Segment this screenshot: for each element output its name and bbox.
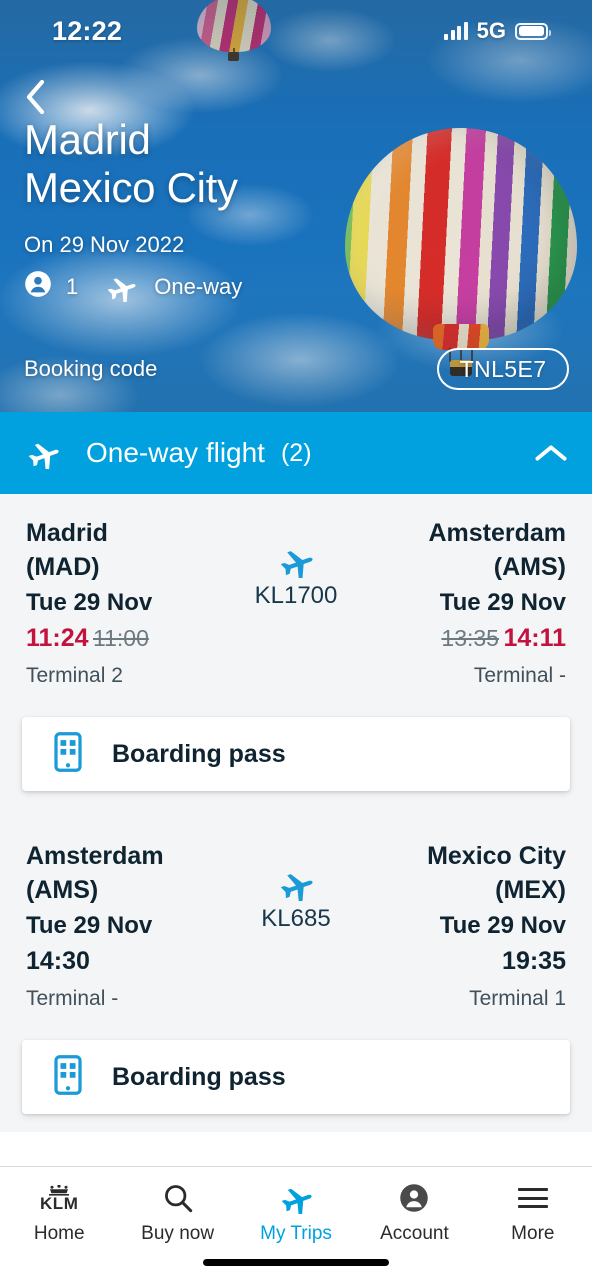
booking-code-pill[interactable]: TNL5E7 bbox=[437, 348, 569, 390]
status-bar: 12:22 5G bbox=[0, 0, 592, 62]
boarding-pass-label: Boarding pass bbox=[112, 1062, 286, 1091]
trip-meta-row: 1 One-way bbox=[24, 270, 568, 304]
boarding-pass-label: Boarding pass bbox=[112, 739, 286, 768]
nav-label-more: More bbox=[511, 1223, 555, 1244]
content-bottom-spacer bbox=[0, 1132, 592, 1168]
departure-date: Tue 29 Nov bbox=[26, 589, 153, 616]
trip-date: On 29 Nov 2022 bbox=[24, 232, 185, 257]
klm-crown-logo-icon: KLM bbox=[40, 1181, 78, 1215]
segment-spacer bbox=[0, 791, 592, 839]
nav-item-my-trips[interactable]: My Trips bbox=[237, 1181, 355, 1245]
nav-item-buy-now[interactable]: Buy now bbox=[118, 1181, 236, 1245]
nav-label-my-trips: My Trips bbox=[260, 1223, 332, 1244]
departure-terminal: Terminal - bbox=[26, 987, 119, 1010]
arrival-block: Amsterdam (AMS) Tue 29 Nov 13:35 14:11 T… bbox=[376, 516, 566, 691]
plane-icon bbox=[104, 272, 138, 302]
nav-label-home: Home bbox=[33, 1223, 85, 1244]
route-origin: Madrid bbox=[24, 116, 151, 163]
boarding-pass-button[interactable]: Boarding pass bbox=[22, 717, 570, 791]
arrival-airport-code: (MEX) bbox=[495, 876, 566, 904]
arrival-city: Amsterdam bbox=[428, 519, 566, 547]
nav-label-buy-now: Buy now bbox=[141, 1223, 215, 1244]
hamburger-menu-icon bbox=[517, 1181, 548, 1215]
route-destination: Mexico City bbox=[24, 164, 238, 211]
passenger-count: 1 bbox=[66, 274, 79, 299]
status-indicators: 5G bbox=[444, 18, 551, 44]
arrival-terminal: Terminal - bbox=[473, 664, 566, 687]
person-icon bbox=[24, 270, 52, 304]
departure-block: Amsterdam (AMS) Tue 29 Nov 14:30 Termina… bbox=[26, 839, 216, 1014]
booking-code-label: Booking code bbox=[24, 356, 158, 381]
flight-number-block: KL1700 bbox=[216, 516, 376, 610]
flight-segment: Madrid (MAD) Tue 29 Nov 11:24 11:00 Term… bbox=[0, 516, 592, 691]
arrival-date: Tue 29 Nov bbox=[439, 912, 566, 939]
nav-label-account: Account bbox=[380, 1223, 449, 1244]
person-circle-icon bbox=[399, 1181, 429, 1215]
signal-bars-icon bbox=[444, 22, 468, 40]
arrival-airport-code: (AMS) bbox=[493, 553, 566, 581]
departure-airport-code: (MAD) bbox=[26, 553, 100, 581]
trip-summary: Madrid Mexico City On 29 Nov 2022 1 One-… bbox=[24, 116, 568, 304]
flight-number: KL1700 bbox=[254, 582, 338, 609]
flights-list: Madrid (MAD) Tue 29 Nov 11:24 11:00 Term… bbox=[0, 494, 592, 1132]
plane-icon bbox=[24, 437, 62, 469]
departure-city: Amsterdam bbox=[26, 842, 164, 870]
plane-icon bbox=[277, 1181, 315, 1215]
battery-icon bbox=[515, 22, 551, 40]
arrival-time-updated: 14:11 bbox=[503, 624, 566, 652]
status-time: 12:22 bbox=[52, 15, 123, 46]
departure-block: Madrid (MAD) Tue 29 Nov 11:24 11:00 Term… bbox=[26, 516, 216, 691]
arrival-time-original: 13:35 bbox=[441, 625, 499, 651]
mobile-boarding-pass-icon bbox=[54, 731, 82, 777]
flight-number: KL685 bbox=[261, 905, 331, 932]
arrival-time: 19:35 bbox=[502, 947, 566, 975]
departure-time-original: 11:00 bbox=[93, 625, 149, 651]
chevron-up-icon[interactable] bbox=[534, 442, 568, 464]
departure-city: Madrid bbox=[26, 519, 108, 547]
app-screen: 12:22 5G Madrid Mexico City On 29 Nov 20… bbox=[0, 0, 592, 1280]
nav-item-home[interactable]: KLM Home bbox=[0, 1181, 118, 1245]
departure-times: 11:24 11:00 bbox=[26, 621, 216, 659]
departure-time-updated: 11:24 bbox=[26, 624, 89, 652]
departure-times: 14:30 bbox=[26, 944, 216, 982]
arrival-city: Mexico City bbox=[427, 842, 566, 870]
nav-item-more[interactable]: More bbox=[474, 1181, 592, 1245]
departure-airport-code: (AMS) bbox=[26, 876, 99, 904]
back-button[interactable] bbox=[24, 78, 64, 116]
trip-type: One-way bbox=[154, 274, 243, 299]
arrival-times: 19:35 bbox=[376, 944, 566, 982]
arrival-times: 13:35 14:11 bbox=[376, 621, 566, 659]
plane-icon bbox=[216, 544, 376, 578]
arrival-block: Mexico City (MEX) Tue 29 Nov 19:35 Termi… bbox=[376, 839, 566, 1014]
boarding-pass-button[interactable]: Boarding pass bbox=[22, 1040, 570, 1114]
plane-icon bbox=[216, 867, 376, 901]
booking-code-row: Booking code TNL5E7 bbox=[24, 348, 569, 390]
chevron-left-icon bbox=[24, 79, 46, 115]
departure-time: 14:30 bbox=[26, 947, 90, 975]
search-icon bbox=[163, 1181, 193, 1215]
nav-item-account[interactable]: Account bbox=[355, 1181, 473, 1245]
arrival-date: Tue 29 Nov bbox=[439, 589, 566, 616]
section-flight-count: (2) bbox=[280, 438, 312, 467]
one-way-flight-section-header[interactable]: One-way flight (2) bbox=[0, 412, 592, 494]
trip-hero-header: 12:22 5G Madrid Mexico City On 29 Nov 20… bbox=[0, 0, 592, 412]
klm-wordmark: KLM bbox=[40, 1193, 79, 1213]
section-title: One-way flight bbox=[86, 437, 265, 468]
home-indicator bbox=[203, 1259, 389, 1266]
arrival-terminal: Terminal 1 bbox=[469, 987, 566, 1010]
flight-number-block: KL685 bbox=[216, 839, 376, 933]
network-type-label: 5G bbox=[476, 18, 506, 43]
departure-terminal: Terminal 2 bbox=[26, 664, 123, 687]
mobile-boarding-pass-icon bbox=[54, 1054, 82, 1100]
departure-date: Tue 29 Nov bbox=[26, 912, 153, 939]
flight-segment: Amsterdam (AMS) Tue 29 Nov 14:30 Termina… bbox=[0, 839, 592, 1014]
